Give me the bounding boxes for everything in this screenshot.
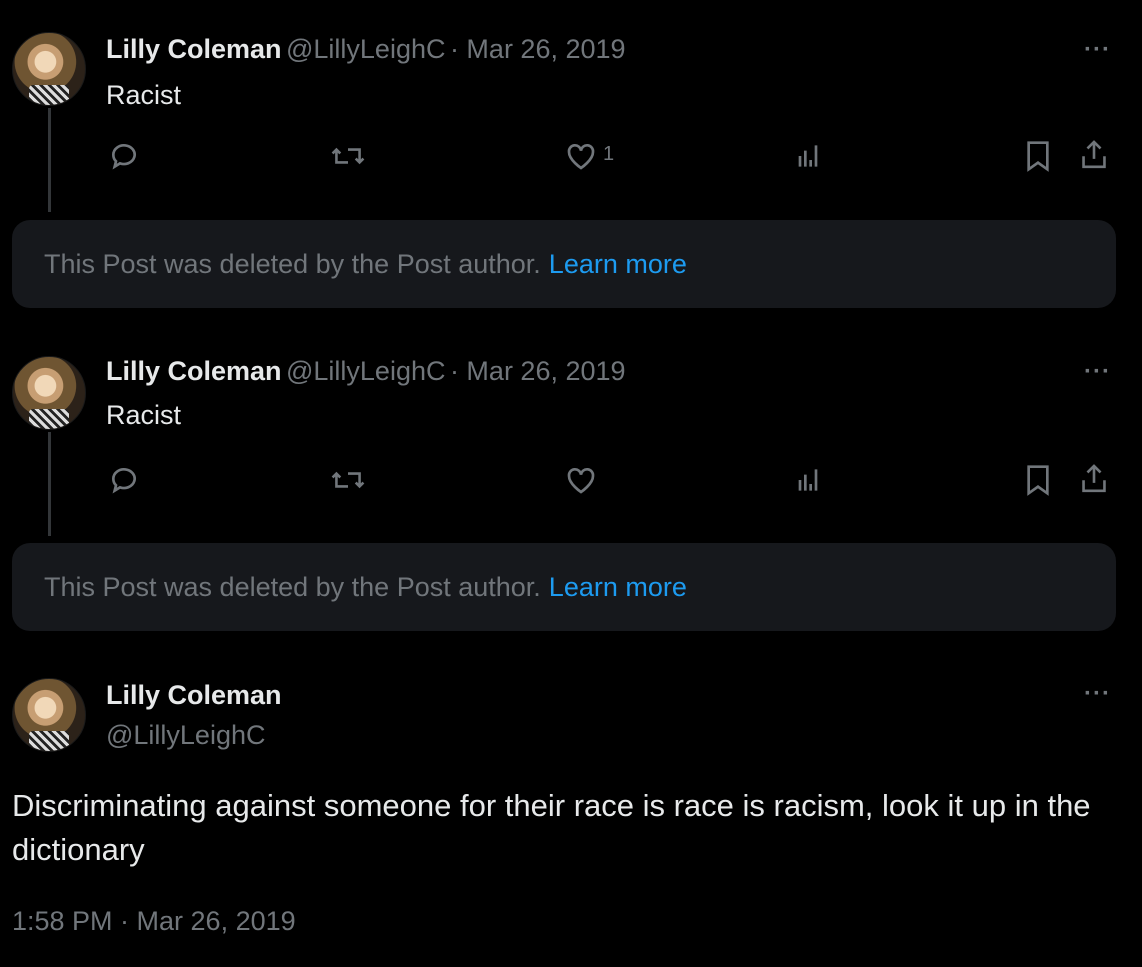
like-icon[interactable] [565,141,597,171]
avatar[interactable] [12,32,86,106]
author-handle[interactable]: @LillyLeighC [286,34,445,64]
avatar[interactable] [12,356,86,430]
views-icon[interactable] [792,464,824,496]
tweet-text: Racist [106,400,182,430]
bookmark-icon[interactable] [1024,464,1052,496]
thread-line [48,432,51,536]
bookmark-icon[interactable] [1024,140,1052,172]
deleted-notice-text: This Post was deleted by the Post author… [44,248,541,279]
tweet-header: Lilly Coleman @LillyLeighC · Mar 26, 201… [106,356,626,387]
share-icon[interactable] [1078,462,1110,496]
reply-icon[interactable] [108,464,140,496]
views-icon[interactable] [792,140,824,172]
more-icon[interactable]: ··· [1084,36,1111,64]
author-name[interactable]: Lilly Coleman [106,680,282,711]
reply-icon[interactable] [108,140,140,172]
learn-more-link[interactable]: Learn more [549,572,687,603]
tweet-date[interactable]: · Mar 26, 2019 [450,356,626,386]
tweet-text: Racist [106,80,182,110]
retweet-icon[interactable] [330,140,366,172]
like-icon[interactable] [565,465,597,495]
tweet-timestamp[interactable]: 1:58 PM · Mar 26, 2019 [12,906,296,937]
deleted-notice-text: This Post was deleted by the Post author… [44,571,541,602]
tweet-header: Lilly Coleman @LillyLeighC · Mar 26, 201… [106,34,626,65]
tweet-text: Discriminating against someone for their… [12,788,1091,867]
more-icon[interactable]: ··· [1084,680,1111,708]
thread-line [48,108,51,212]
more-icon[interactable]: ··· [1084,358,1111,386]
retweet-icon[interactable] [330,464,366,496]
learn-more-link[interactable]: Learn more [549,249,687,280]
avatar[interactable] [12,678,86,752]
author-name[interactable]: Lilly Coleman [106,356,282,386]
deleted-post-notice: This Post was deleted by the Post author… [12,220,1116,308]
author-handle[interactable]: @LillyLeighC [286,356,445,386]
deleted-post-notice: This Post was deleted by the Post author… [12,543,1116,631]
share-icon[interactable] [1078,138,1110,172]
tweet-date[interactable]: · Mar 26, 2019 [450,34,626,64]
like-count: 1 [603,143,615,165]
author-handle[interactable]: @LillyLeighC [106,720,265,751]
author-name[interactable]: Lilly Coleman [106,34,282,64]
